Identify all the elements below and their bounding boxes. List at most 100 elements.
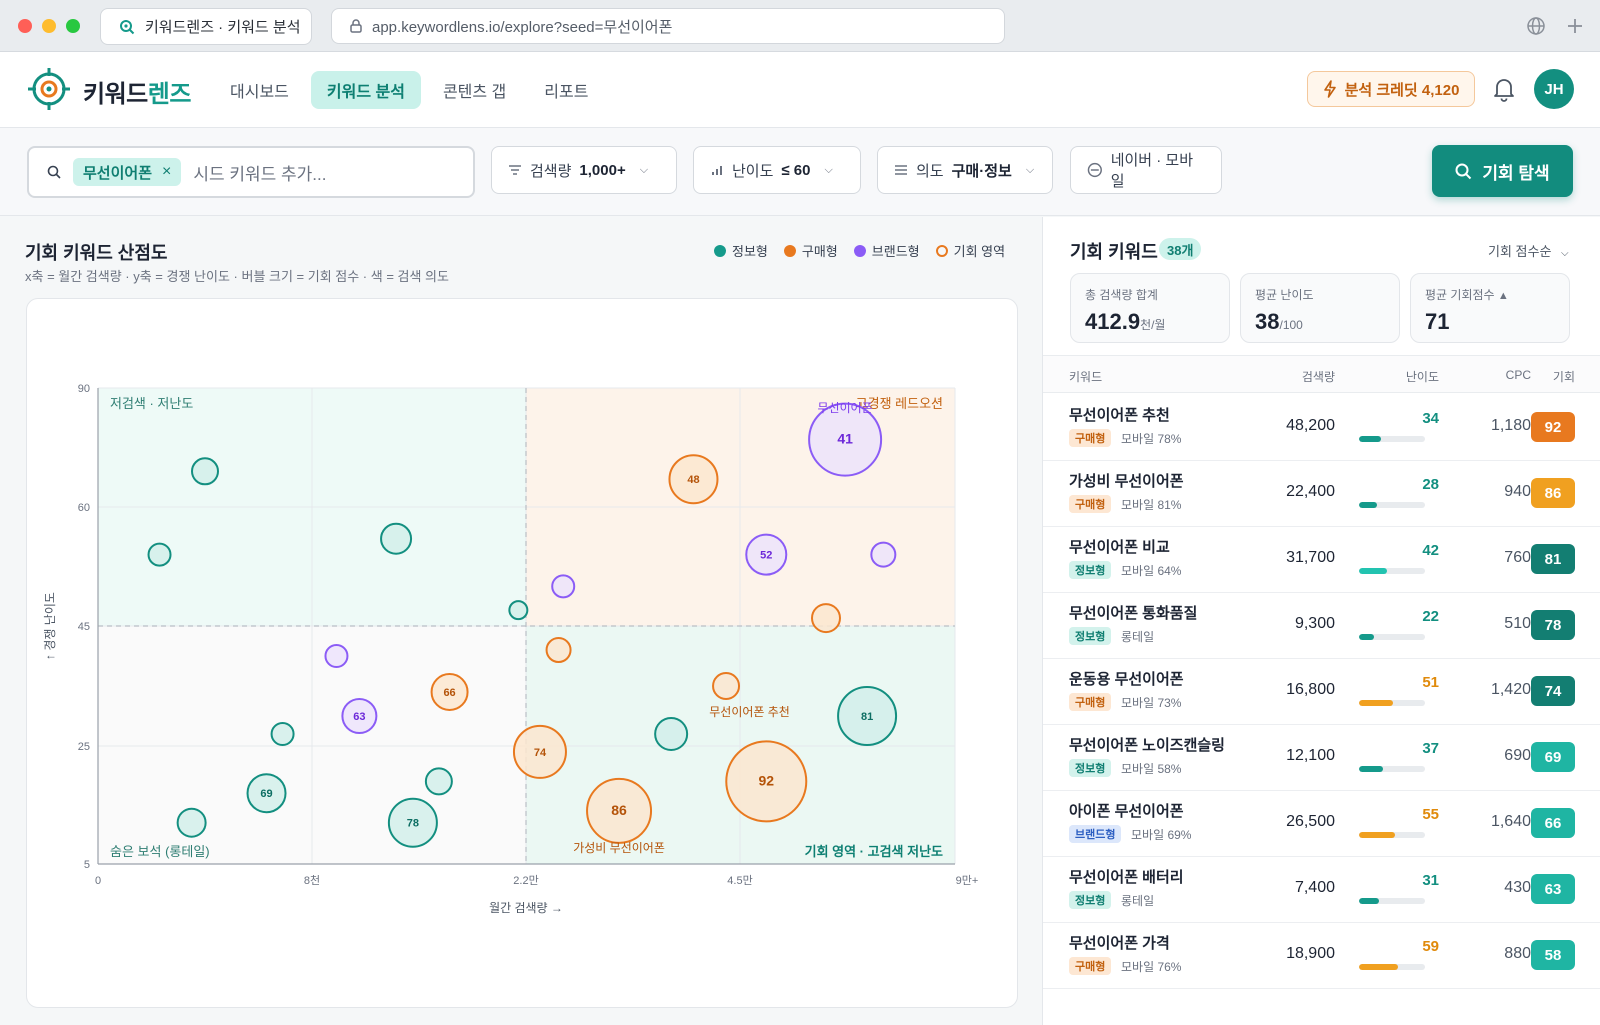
column-cpc[interactable]: CPC — [1489, 368, 1531, 382]
row-cpc: 760 — [1504, 549, 1531, 566]
bubble-point[interactable] — [508, 600, 529, 621]
bubble-point[interactable] — [654, 717, 689, 751]
keyword-count-badge: 38개 — [1159, 238, 1202, 260]
difficulty-bar-fill — [1359, 898, 1380, 904]
chip-remove-icon[interactable]: × — [162, 163, 171, 181]
sort-dropdown[interactable]: 기회 점수순 ⌵ — [1488, 241, 1569, 260]
bubble-point[interactable] — [870, 541, 897, 568]
bubble-point[interactable] — [147, 542, 172, 567]
bubble-point[interactable] — [712, 672, 741, 700]
address-bar[interactable]: app.keywordlens.io/explore?seed=무선이어폰 — [331, 8, 1005, 44]
y-tick-label: 90 — [78, 383, 90, 395]
nav-keyword-analysis[interactable]: 키워드 분석 — [310, 71, 421, 109]
table-row[interactable]: 무선이어폰 가격 구매형 모바일 76% 18,900 59 880 58 — [1043, 922, 1600, 989]
x-tick-label: 0 — [95, 875, 101, 887]
stat-avg-difficulty: 평균 난이도 38/100 — [1240, 273, 1400, 343]
volume-filter-value: 1,000+ — [579, 161, 626, 179]
scatter-chart[interactable]: 0 8천 2.2만 4.5만 9만+525456090월간 검색량 →↑ 경쟁 난이도저… — [27, 299, 1019, 1009]
legend-item-buy: 구매형 — [783, 241, 838, 260]
volume-filter[interactable]: 검색량 1,000+ ⌵ — [491, 146, 677, 194]
table-row[interactable]: 무선이어폰 통화품질 정보형 롱테일 9,300 22 510 78 — [1043, 592, 1600, 659]
nav-content-gap[interactable]: 콘텐츠 갭 — [427, 71, 522, 109]
difficulty-bar-fill — [1359, 634, 1374, 640]
column-difficulty[interactable]: 난이도 — [1395, 368, 1439, 385]
nav-dashboard[interactable]: 대시보드 — [214, 71, 305, 109]
stat-label-text: 평균 기회점수 — [1425, 288, 1495, 302]
x-tick-label: 9만+ — [956, 874, 979, 887]
intent-filter-value: 구매·정보 — [951, 162, 1012, 180]
stat-unit: /100 — [1279, 318, 1303, 332]
column-keyword[interactable]: 키워드 — [1069, 368, 1102, 385]
row-keyword: 무선이어폰 비교 — [1069, 539, 1170, 556]
avatar[interactable]: JH — [1534, 69, 1574, 109]
table-row[interactable]: 무선이어폰 비교 정보형 모바일 64% 31,700 42 760 81 — [1043, 526, 1600, 593]
bubble-point[interactable] — [176, 807, 207, 838]
legend-swatch-info — [714, 244, 726, 257]
bubble-point[interactable] — [551, 574, 576, 599]
bubble-point[interactable] — [424, 767, 453, 796]
intent-filter-label: 의도 — [916, 162, 944, 180]
search-placeholder: 시드 키워드 추가... — [193, 164, 327, 184]
stat-number: 71 — [1425, 309, 1450, 334]
table-row[interactable]: 가성비 무선이어폰 구매형 모바일 81% 22,400 28 940 86 — [1043, 460, 1600, 527]
row-difficulty: 34 — [1422, 410, 1439, 427]
quadrant-label-bottom-left: 숨은 보석 (롱테일) — [110, 844, 210, 859]
brand-name[interactable]: 키워드렌즈 — [83, 74, 191, 109]
app-header: 키워드렌즈 대시보드 키워드 분석 콘텐츠 갭 리포트 분석 크레딧 4,120… — [0, 52, 1600, 128]
bubble-point[interactable] — [191, 457, 219, 486]
new-tab-icon[interactable] — [1566, 17, 1584, 35]
bubble-score-label: 63 — [353, 711, 365, 723]
credit-badge[interactable]: 분석 크레딧 4,120 — [1307, 71, 1475, 107]
difficulty-bar-fill — [1359, 502, 1378, 508]
difficulty-bar — [1359, 436, 1425, 442]
y-tick-label: 60 — [78, 502, 90, 514]
intent-tag: 구매형 — [1069, 495, 1112, 513]
difficulty-filter[interactable]: 난이도 ≤ 60 ⌵ — [693, 146, 861, 194]
row-subinfo: 모바일 69% — [1131, 828, 1192, 842]
row-cpc: 1,640 — [1490, 813, 1531, 830]
bubble-score-label: 74 — [534, 747, 547, 759]
quadrant-label-bottom-right: 기회 영역 · 고검색 저난도 — [805, 844, 943, 859]
column-volume[interactable]: 검색량 — [1293, 368, 1335, 385]
minimize-window-button[interactable] — [42, 19, 56, 33]
column-score[interactable]: 기회 — [1545, 368, 1575, 385]
bell-icon[interactable] — [1492, 76, 1516, 102]
table-row[interactable]: 아이폰 무선이어폰 브랜드형 모바일 69% 26,500 55 1,640 6… — [1043, 790, 1600, 857]
bubble-point[interactable] — [811, 603, 841, 634]
row-difficulty: 37 — [1422, 740, 1439, 757]
seed-keyword-input[interactable]: 무선이어폰 × 시드 키워드 추가... — [27, 146, 475, 198]
difficulty-bar — [1359, 634, 1425, 640]
chart-title: 기회 키워드 산점도 — [25, 243, 168, 263]
bubble-point[interactable] — [545, 637, 572, 663]
row-subinfo: 모바일 78% — [1121, 432, 1182, 446]
browser-tab[interactable]: 키워드렌즈 · 키워드 분석 — [100, 8, 312, 45]
explore-button[interactable]: 기회 탐색 — [1432, 145, 1573, 197]
row-keyword: 운동용 무선이어폰 — [1069, 671, 1184, 688]
intent-filter[interactable]: 의도 구매·정보 ⌵ — [877, 146, 1053, 194]
table-row[interactable]: 무선이어폰 추천 구매형 모바일 78% 48,200 34 1,180 92 — [1043, 394, 1600, 461]
globe-icon[interactable] — [1526, 16, 1546, 36]
maximize-window-button[interactable] — [66, 19, 80, 33]
tab-title: 키워드렌즈 · 키워드 분석 — [145, 19, 301, 36]
stat-value: 38/100 — [1255, 309, 1385, 335]
legend-label-info: 정보형 — [732, 244, 768, 259]
bubble-point[interactable] — [380, 522, 413, 555]
crosshair-logo-icon[interactable] — [26, 66, 72, 112]
legend-swatch-opportunity — [935, 244, 948, 257]
legend-item-opportunity: 기회 영역 — [935, 241, 1005, 260]
bubble-point[interactable] — [324, 644, 349, 668]
bubble-point[interactable] — [270, 722, 295, 746]
seed-keyword-chip[interactable]: 무선이어폰 × — [73, 158, 182, 186]
row-subinfo: 모바일 76% — [1121, 960, 1182, 974]
table-row[interactable]: 무선이어폰 노이즈캔슬링 정보형 모바일 58% 12,100 37 690 6… — [1043, 724, 1600, 791]
y-axis-label: ↑ 경쟁 난이도 — [43, 592, 57, 660]
platform-filter[interactable]: 네이버 · 모바일 — [1070, 146, 1222, 194]
difficulty-bar — [1359, 964, 1425, 970]
search-icon — [47, 165, 61, 179]
row-volume: 18,900 — [1286, 945, 1335, 962]
close-window-button[interactable] — [18, 19, 32, 33]
bubble-score-label: 86 — [611, 802, 627, 818]
table-row[interactable]: 운동용 무선이어폰 구매형 모바일 73% 16,800 51 1,420 74 — [1043, 658, 1600, 725]
table-row[interactable]: 무선이어폰 배터리 정보형 롱테일 7,400 31 430 63 — [1043, 856, 1600, 923]
nav-report[interactable]: 리포트 — [528, 71, 604, 109]
